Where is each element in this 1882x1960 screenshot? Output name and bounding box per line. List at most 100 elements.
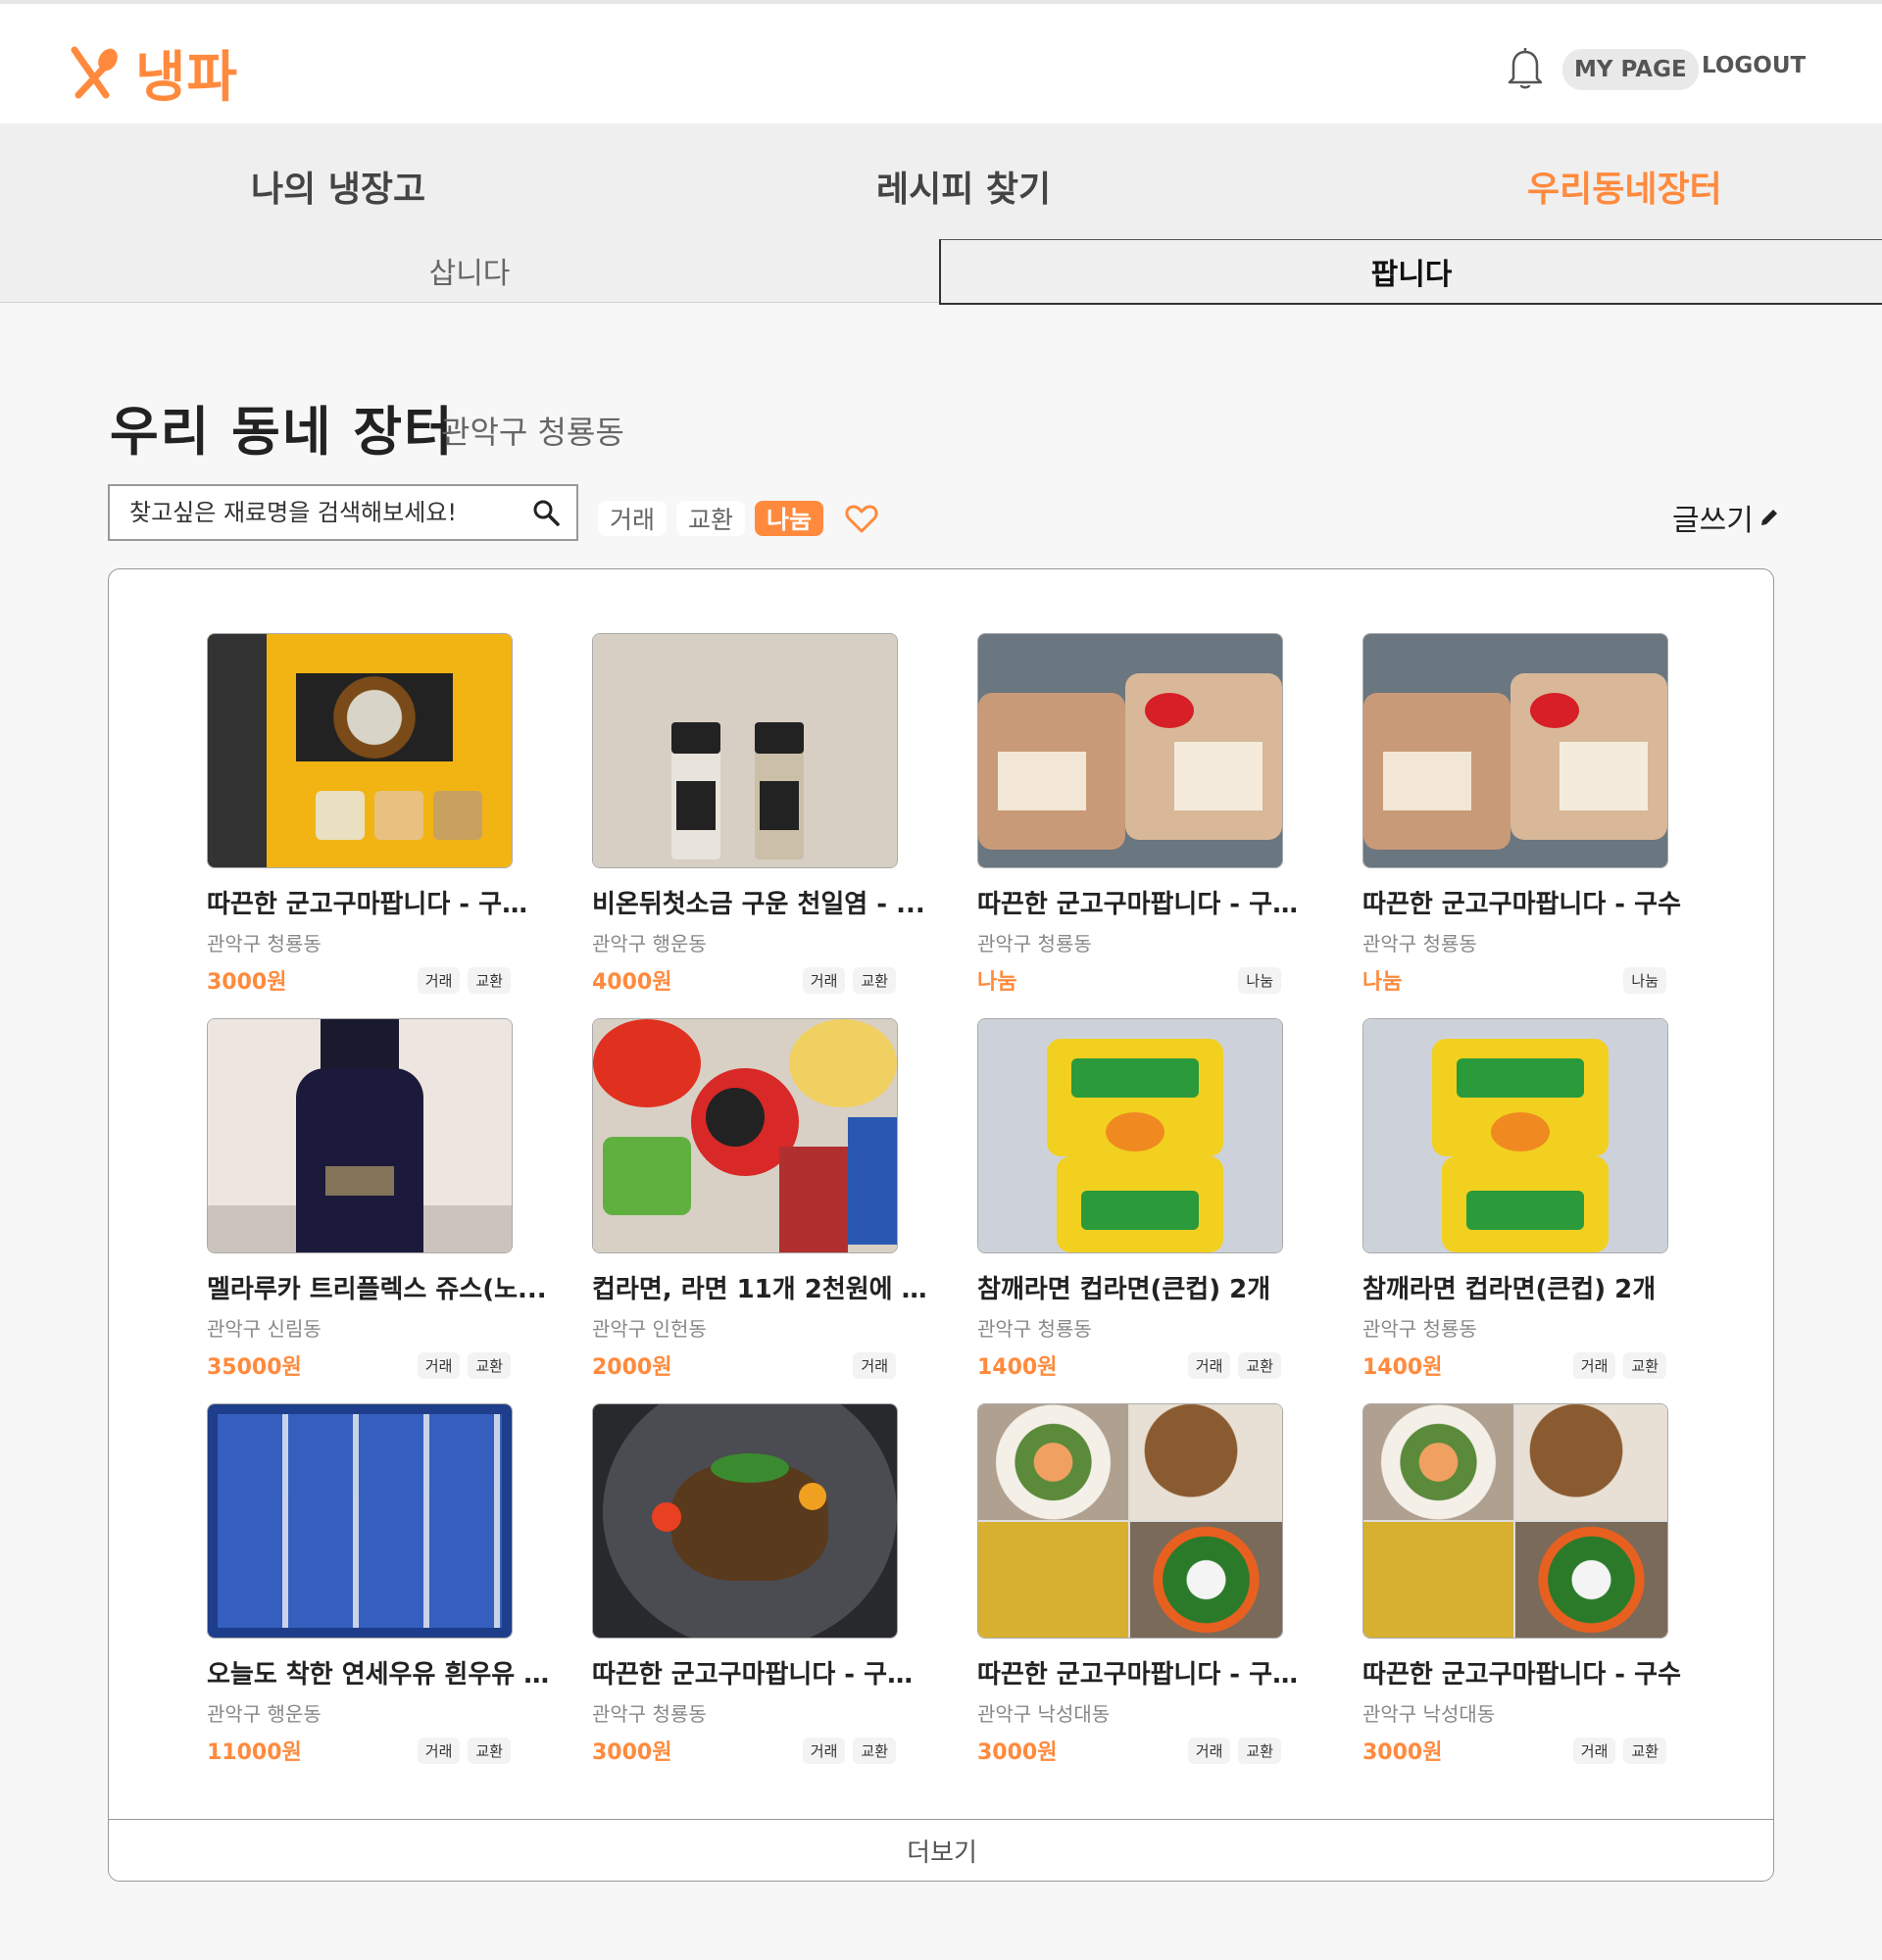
pencil-icon: [1760, 510, 1777, 525]
write-button[interactable]: 글쓰기: [1672, 496, 1781, 539]
product-card[interactable]: 따끈한 군고구마팝니다 - 구수... 관악구 청룡동 3000원 거래 교환: [592, 1403, 935, 1766]
product-image[interactable]: [592, 633, 898, 868]
product-image[interactable]: [592, 1403, 898, 1639]
bell-icon[interactable]: [1506, 45, 1545, 90]
filter-share[interactable]: 나눔: [755, 501, 824, 536]
product-card[interactable]: 따끈한 군고구마팝니다 - 구수... 관악구 낙성대동 3000원 거래 교환: [977, 1403, 1320, 1766]
mypage-button[interactable]: MY PAGE: [1562, 49, 1699, 90]
product-meta: 35000원 거래 교환: [207, 1349, 511, 1381]
product-location: 관악구 청룡동: [977, 1317, 1092, 1341]
product-image[interactable]: [977, 1018, 1283, 1253]
trade-type-badge: 거래: [1187, 1351, 1231, 1379]
product-location: 관악구 청룡동: [1362, 932, 1477, 956]
product-title[interactable]: 따끈한 군고구마팝니다 - 구수...: [592, 1654, 935, 1690]
product-meta: 1400원 거래 교환: [1362, 1349, 1666, 1381]
product-card[interactable]: 따끈한 군고구마팝니다 - 구수... 관악구 청룡동 3000원 거래 교환: [207, 633, 550, 996]
product-price: 나눔: [977, 970, 1017, 995]
trade-type-badge: 나눔: [1238, 966, 1281, 994]
trade-type-badge: 교환: [468, 1737, 511, 1764]
load-more-button[interactable]: 더보기: [109, 1819, 1773, 1881]
product-image[interactable]: [977, 1403, 1283, 1639]
utensils-icon: [71, 46, 118, 98]
product-card[interactable]: 따끈한 군고구마팝니다 - 구수 관악구 낙성대동 3000원 거래 교환: [1362, 1403, 1706, 1766]
search-box: [108, 484, 578, 541]
product-card[interactable]: 멜라루카 트리플렉스 쥬스(노... 관악구 신림동 35000원 거래 교환: [207, 1018, 550, 1381]
trade-type-badge: 교환: [1623, 1737, 1666, 1764]
logo[interactable]: 냉파: [69, 33, 238, 113]
tab-buy[interactable]: 삽니다: [0, 239, 939, 303]
product-card[interactable]: 따끈한 군고구마팝니다 - 구수... 관악구 청룡동 나눔 나눔: [977, 633, 1320, 996]
nav-item-find-recipe[interactable]: 레시피 찾기: [876, 161, 1051, 212]
product-price: 35000원: [207, 1355, 302, 1380]
product-tags: 거래 교환: [417, 1351, 511, 1379]
product-title[interactable]: 따끈한 군고구마팝니다 - 구수...: [977, 884, 1320, 920]
product-card[interactable]: 따끈한 군고구마팝니다 - 구수관악구 청룡동나눔 나눔: [1362, 633, 1706, 996]
location-label: 관악구 청룡동: [441, 414, 624, 451]
product-meta: 4000원 거래 교환: [592, 964, 896, 996]
trade-type-badge: 거래: [853, 1351, 896, 1379]
product-card[interactable]: 비온뒤첫소금 구운 천일염 - ... 관악구 행운동 4000원 거래 교환: [592, 633, 935, 996]
product-title[interactable]: 참깨라면 컵라면(큰컵) 2개: [977, 1269, 1320, 1305]
product-location: 관악구 행운동: [592, 932, 707, 956]
search-input[interactable]: [127, 498, 531, 527]
product-card[interactable]: 컵라면, 라면 11개 2천원에 팝... 관악구 인헌동 2000원 거래: [592, 1018, 935, 1381]
product-meta: 나눔 나눔: [1362, 964, 1666, 996]
product-meta: 3000원 거래 교환: [592, 1735, 896, 1766]
product-title[interactable]: 따끈한 군고구마팝니다 - 구수...: [977, 1654, 1320, 1690]
product-image[interactable]: [1362, 1403, 1668, 1639]
product-price: 3000원: [592, 1740, 672, 1765]
trade-type-badge: 나눔: [1623, 966, 1666, 994]
product-image[interactable]: [207, 1403, 513, 1639]
heart-icon[interactable]: [845, 502, 878, 535]
product-tags: 거래 교환: [1572, 1737, 1666, 1764]
write-label: 글쓰기: [1672, 504, 1754, 538]
product-title[interactable]: 비온뒤첫소금 구운 천일염 - ...: [592, 884, 935, 920]
product-card[interactable]: 참깨라면 컵라면(큰컵) 2개관악구 청룡동 1400원 거래 교환: [1362, 1018, 1706, 1381]
product-meta: 3000원 거래 교환: [1362, 1735, 1666, 1766]
product-meta: 3000원 거래 교환: [977, 1735, 1281, 1766]
product-tags: 나눔: [1623, 966, 1666, 994]
product-image[interactable]: [207, 1018, 513, 1253]
trade-type-badge: 교환: [853, 1737, 896, 1764]
product-location: 관악구 청룡동: [1362, 1317, 1477, 1341]
filter-exchange[interactable]: 교환: [676, 501, 746, 536]
product-title[interactable]: 따끈한 군고구마팝니다 - 구수: [1362, 1654, 1706, 1690]
product-title[interactable]: 멜라루카 트리플렉스 쥬스(노...: [207, 1269, 550, 1305]
product-tags: 거래 교환: [1572, 1351, 1666, 1379]
logout-button[interactable]: LOGOUT: [1702, 53, 1806, 78]
product-image[interactable]: [1362, 633, 1668, 868]
product-title[interactable]: 오늘도 착한 연세우유 흰우유 ...: [207, 1654, 550, 1690]
trade-type-badge: 교환: [1238, 1737, 1281, 1764]
product-location: 관악구 청룡동: [592, 1702, 707, 1726]
product-card[interactable]: 참깨라면 컵라면(큰컵) 2개 관악구 청룡동 1400원 거래 교환: [977, 1018, 1320, 1381]
product-card[interactable]: 오늘도 착한 연세우유 흰우유 ... 관악구 행운동 11000원 거래 교환: [207, 1403, 550, 1766]
main-nav: 나의 냉장고 레시피 찾기 우리동네장터: [0, 123, 1882, 240]
filter-trade[interactable]: 거래: [598, 501, 668, 536]
product-meta: 나눔 나눔: [977, 964, 1281, 996]
trade-type-badge: 교환: [468, 1351, 511, 1379]
search-icon[interactable]: [531, 498, 561, 527]
product-title[interactable]: 컵라면, 라면 11개 2천원에 팝...: [592, 1269, 935, 1305]
trade-type-badge: 거래: [1572, 1737, 1616, 1764]
nav-item-my-fridge[interactable]: 나의 냉장고: [251, 161, 425, 212]
product-location: 관악구 행운동: [207, 1702, 322, 1726]
product-price: 나눔: [1362, 970, 1403, 995]
product-title[interactable]: 참깨라면 컵라면(큰컵) 2개: [1362, 1269, 1706, 1305]
trade-type-badge: 교환: [1238, 1351, 1281, 1379]
product-price: 11000원: [207, 1740, 302, 1765]
product-image[interactable]: [1362, 1018, 1668, 1253]
product-title[interactable]: 따끈한 군고구마팝니다 - 구수: [1362, 884, 1706, 920]
product-tags: 거래 교환: [1187, 1737, 1281, 1764]
product-grid: 따끈한 군고구마팝니다 - 구수... 관악구 청룡동 3000원 거래 교환 비온뒤첫소…: [108, 568, 1774, 1882]
product-location: 관악구 낙성대동: [977, 1702, 1111, 1726]
product-tags: 거래: [853, 1351, 896, 1379]
product-image[interactable]: [977, 633, 1283, 868]
product-price: 3000원: [1362, 1740, 1443, 1765]
product-title[interactable]: 따끈한 군고구마팝니다 - 구수...: [207, 884, 550, 920]
product-image[interactable]: [207, 633, 513, 868]
nav-item-local-market[interactable]: 우리동네장터: [1527, 161, 1722, 212]
tab-sell[interactable]: 팝니다: [939, 239, 1882, 305]
trade-type-badge: 거래: [417, 1351, 461, 1379]
product-image[interactable]: [592, 1018, 898, 1253]
product-price: 1400원: [1362, 1355, 1443, 1380]
